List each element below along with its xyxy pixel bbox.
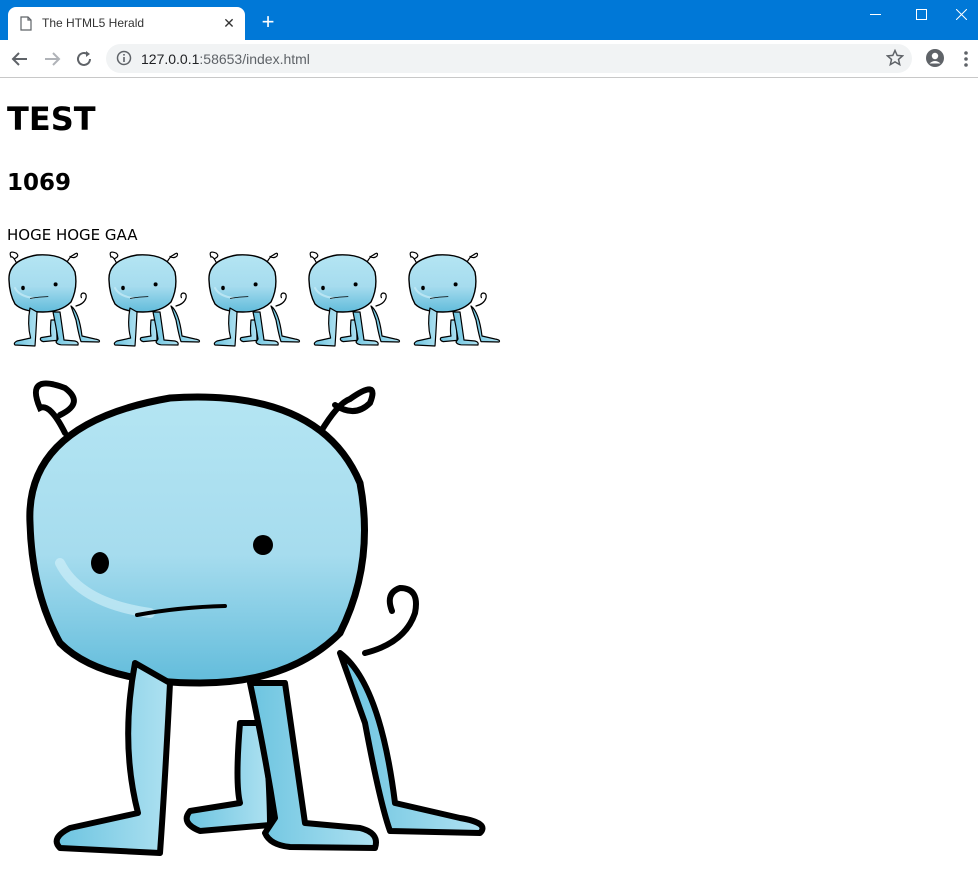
browser-toolbar: 127.0.0.1:58653/index.html — [0, 40, 978, 78]
page-content: TEST 1069 HOGE HOGE GAA — [0, 78, 978, 880]
window-titlebar: The HTML5 Herald ✕ + — [0, 0, 978, 40]
tab-title: The HTML5 Herald — [42, 16, 145, 30]
creature-thumbnail-5 — [407, 251, 501, 347]
creature-thumbnail-1 — [7, 251, 101, 347]
bookmark-star-icon[interactable] — [886, 49, 904, 67]
creature-thumbnail-4 — [307, 251, 401, 347]
url-text[interactable]: 127.0.0.1:58653/index.html — [141, 51, 310, 67]
url-host: 127.0.0.1 — [141, 51, 200, 67]
info-icon[interactable] — [116, 50, 132, 66]
menu-dots-icon[interactable] — [958, 48, 974, 70]
minimize-icon[interactable] — [852, 0, 898, 28]
address-bar[interactable]: 127.0.0.1:58653/index.html — [106, 44, 912, 73]
creature-large-image — [20, 363, 490, 863]
page-subheading: 1069 — [7, 170, 72, 196]
page-heading: TEST — [7, 100, 96, 138]
url-path: :58653/index.html — [199, 51, 310, 67]
document-icon — [20, 16, 32, 31]
maximize-icon[interactable] — [898, 0, 944, 28]
page-paragraph: HOGE HOGE GAA — [7, 226, 138, 244]
creature-thumbnail-3 — [207, 251, 301, 347]
creature-thumbnail-2 — [107, 251, 201, 347]
forward-arrow-icon[interactable] — [41, 48, 63, 70]
window-close-icon[interactable] — [944, 0, 978, 28]
profile-avatar-icon[interactable] — [925, 48, 945, 68]
back-arrow-icon[interactable] — [9, 48, 31, 70]
thumbnail-row — [7, 248, 507, 348]
tab-close-icon[interactable]: ✕ — [221, 15, 237, 31]
new-tab-icon[interactable]: + — [258, 11, 278, 33]
reload-icon[interactable] — [73, 48, 95, 70]
browser-tab[interactable]: The HTML5 Herald ✕ — [8, 7, 245, 40]
